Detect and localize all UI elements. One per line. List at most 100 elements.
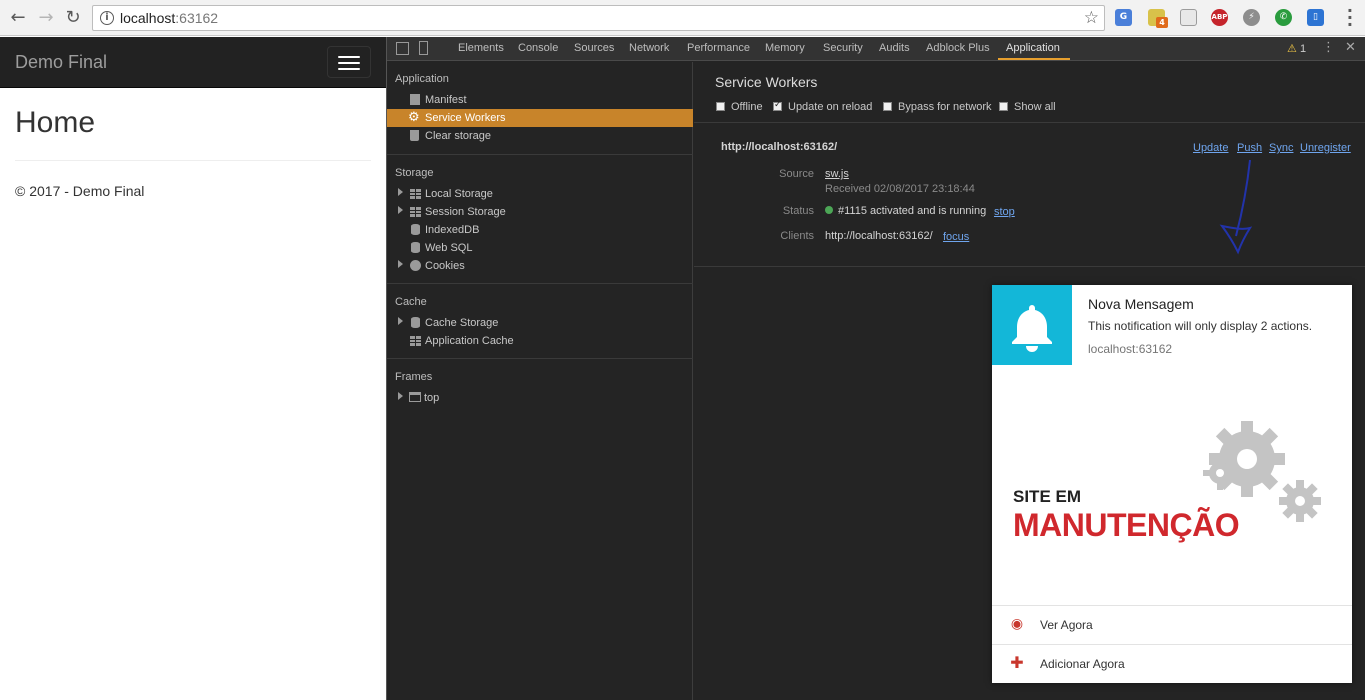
- translate-extension-icon[interactable]: G: [1115, 9, 1132, 26]
- lightbulb-extension-icon[interactable]: 4: [1148, 9, 1168, 28]
- sidebar-item-clear-storage[interactable]: Clear storage: [387, 127, 693, 145]
- address-bar[interactable]: i localhost:63162 ☆: [92, 5, 1105, 31]
- checkbox-label: Offline: [731, 101, 763, 113]
- client-url: http://localhost:63162/: [825, 230, 933, 242]
- checkbox-box[interactable]: [716, 102, 725, 111]
- reload-icon[interactable]: ↻: [63, 8, 83, 28]
- section-title-storage: Storage: [395, 167, 434, 179]
- adblock-plus-icon[interactable]: ABP: [1211, 9, 1228, 26]
- focus-link[interactable]: focus: [943, 231, 969, 243]
- hamburger-menu-button[interactable]: [327, 46, 371, 78]
- expand-arrow-icon[interactable]: [398, 392, 403, 400]
- info-icon[interactable]: i: [100, 11, 114, 25]
- tab-application[interactable]: Application: [1006, 42, 1060, 54]
- maintenance-image: [992, 365, 1352, 605]
- file-icon: [410, 94, 420, 105]
- panel-title: Service Workers: [715, 74, 818, 90]
- tab-sources[interactable]: Sources: [574, 42, 614, 54]
- database-icon: [411, 224, 420, 235]
- sidebar-item-session-storage[interactable]: Session Storage: [387, 203, 693, 221]
- chat-extension-icon[interactable]: ✆: [1275, 9, 1292, 26]
- tab-security[interactable]: Security: [823, 42, 863, 54]
- gear-icon: ⚙: [408, 110, 420, 125]
- sidebar-item-indexeddb[interactable]: IndexedDB: [387, 221, 693, 239]
- sync-link[interactable]: Sync: [1269, 142, 1293, 154]
- tab-performance[interactable]: Performance: [687, 42, 750, 54]
- sidebar-item-cookies[interactable]: Cookies: [387, 257, 693, 275]
- divider: [387, 283, 693, 284]
- table-icon: [410, 189, 421, 199]
- sidebar-item-cache-storage[interactable]: Cache Storage: [387, 314, 693, 332]
- running-status-dot: [825, 206, 833, 214]
- notification-origin: localhost:63162: [1088, 342, 1173, 356]
- checkbox-box[interactable]: [883, 102, 892, 111]
- unregister-link[interactable]: Unregister: [1300, 142, 1351, 154]
- devtools-menu-icon[interactable]: ⋮: [1322, 40, 1335, 55]
- action-label: Ver Agora: [1040, 618, 1093, 632]
- sidebar-item-manifest[interactable]: Manifest: [387, 91, 693, 109]
- checkbox-label: Bypass for network: [898, 101, 992, 113]
- tab-memory[interactable]: Memory: [765, 42, 805, 54]
- tab-elements[interactable]: Elements: [458, 42, 504, 54]
- bolt-extension-icon[interactable]: ⚡: [1243, 9, 1260, 26]
- tab-adblock-plus[interactable]: Adblock Plus: [926, 42, 990, 54]
- bookmark-star-icon[interactable]: ☆: [1084, 8, 1099, 28]
- document-extension-icon[interactable]: ▯: [1307, 9, 1324, 26]
- back-arrow-icon[interactable]: ←: [8, 8, 28, 28]
- plus-icon: ✚: [1010, 653, 1024, 672]
- web-page: Demo Final Home © 2017 - Demo Final: [0, 37, 386, 700]
- active-tab-indicator: [998, 58, 1070, 60]
- trash-icon: [410, 130, 419, 141]
- expand-arrow-icon[interactable]: [398, 206, 403, 214]
- sidebar-item-application-cache[interactable]: Application Cache: [387, 332, 693, 350]
- stop-link[interactable]: stop: [994, 206, 1015, 218]
- sidebar-item-local-storage[interactable]: Local Storage: [387, 185, 693, 203]
- push-link[interactable]: Push: [1237, 142, 1262, 154]
- notification-body: This notification will only display 2 ac…: [1088, 319, 1313, 333]
- chrome-menu-icon[interactable]: · · ·: [1347, 3, 1353, 33]
- forward-arrow-icon[interactable]: →: [36, 8, 56, 28]
- bell-icon: [1012, 305, 1052, 352]
- divider: [694, 266, 1365, 267]
- warning-icon: ⚠: [1287, 42, 1297, 55]
- sidebar-item-frame-top[interactable]: top: [387, 389, 693, 407]
- navbar: Demo Final: [0, 37, 386, 88]
- footer-text: © 2017 - Demo Final: [15, 183, 145, 199]
- gears-icon: [1203, 421, 1321, 522]
- offline-checkbox[interactable]: Offline: [716, 101, 763, 113]
- tab-audits[interactable]: Audits: [879, 42, 910, 54]
- divider: [15, 160, 371, 161]
- push-notification[interactable]: Nova Mensagem This notification will onl…: [992, 285, 1352, 683]
- checkbox-box[interactable]: [773, 100, 782, 111]
- bypass-for-network-checkbox[interactable]: Bypass for network: [883, 101, 992, 113]
- sidebar-item-service-workers[interactable]: ⚙ Service Workers: [387, 109, 693, 127]
- warning-counter[interactable]: ⚠ 1: [1287, 42, 1306, 55]
- maintenance-title: MANUTENÇÃO: [1013, 507, 1240, 543]
- notification-action-adicionar-agora[interactable]: ✚ Adicionar Agora: [992, 645, 1352, 683]
- show-all-checkbox[interactable]: Show all: [999, 101, 1056, 113]
- checkbox-box[interactable]: [999, 102, 1008, 111]
- close-devtools-icon[interactable]: ✕: [1345, 40, 1356, 55]
- database-icon: [411, 242, 420, 253]
- tab-console[interactable]: Console: [518, 42, 558, 54]
- frame-icon: [409, 392, 421, 402]
- clients-label: Clients: [780, 230, 814, 242]
- divider: [387, 358, 693, 359]
- browser-toolbar: ← → ↻ i localhost:63162 ☆ G 4 ABP ⚡ ✆ ▯ …: [0, 0, 1365, 36]
- device-toolbar-icon[interactable]: [419, 41, 428, 55]
- update-link[interactable]: Update: [1193, 142, 1228, 154]
- update-on-reload-checkbox[interactable]: Update on reload: [773, 100, 872, 113]
- expand-arrow-icon[interactable]: [398, 260, 403, 268]
- sidebar-item-web-sql[interactable]: Web SQL: [387, 239, 693, 257]
- tab-network[interactable]: Network: [629, 42, 669, 54]
- section-title-frames: Frames: [395, 371, 433, 383]
- section-title-application: Application: [395, 73, 449, 85]
- expand-arrow-icon[interactable]: [398, 188, 403, 196]
- source-file-link[interactable]: sw.js: [825, 168, 849, 180]
- rss-extension-icon[interactable]: [1180, 9, 1197, 26]
- extension-badge: 4: [1156, 17, 1168, 28]
- inspect-element-icon[interactable]: [396, 42, 409, 55]
- notification-action-ver-agora[interactable]: ◉ Ver Agora: [992, 606, 1352, 644]
- navbar-brand[interactable]: Demo Final: [15, 52, 107, 73]
- expand-arrow-icon[interactable]: [398, 317, 403, 325]
